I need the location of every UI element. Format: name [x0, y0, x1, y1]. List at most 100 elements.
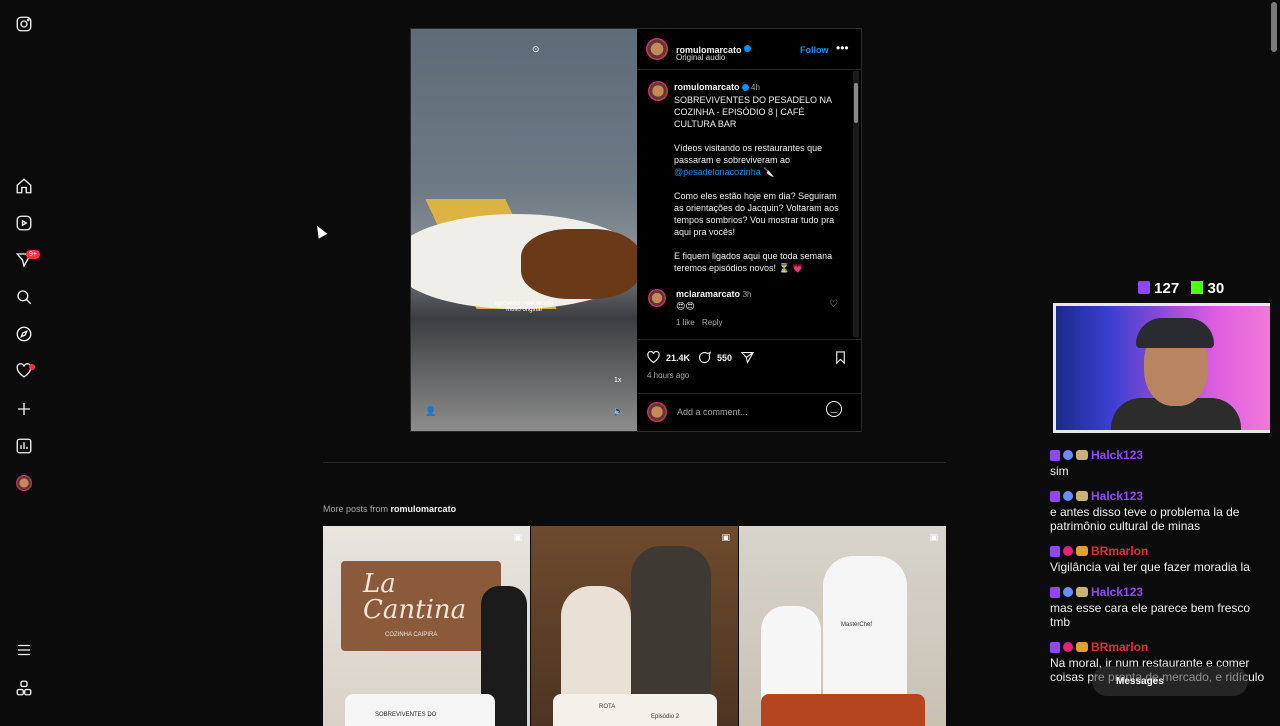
chat-text: Vigilância vai ter que fazer moradia la	[1050, 560, 1250, 574]
explore-icon[interactable]	[14, 324, 34, 344]
chat-badge-icon	[1063, 491, 1073, 501]
thumbnail-card	[761, 694, 925, 726]
caption: romulomarcato 4h SOBREVIVENTES DO PESADE…	[674, 81, 844, 274]
comment-like-icon[interactable]: ♡	[829, 299, 838, 310]
chat-username: Halck123	[1091, 585, 1144, 599]
commenter-username[interactable]: mclaramarcato	[676, 289, 740, 299]
audio-label[interactable]: Original audio	[676, 53, 725, 62]
chat-message: BRmarlon Vigilância vai ter que fazer mo…	[1050, 542, 1265, 574]
create-plus-icon[interactable]	[14, 399, 34, 419]
chat-username: BRmarlon	[1091, 544, 1149, 558]
reply-button[interactable]: Reply	[702, 318, 722, 327]
commenter-avatar[interactable]	[648, 289, 666, 307]
post-thumbnail[interactable]: MasterChef ▣	[739, 526, 946, 726]
emoji-icon[interactable]: ‿	[826, 401, 842, 417]
chat-text: mas esse cara ele parece bem fresco tmb	[1050, 601, 1251, 629]
twitch-icon	[1050, 490, 1060, 502]
thumbnail-subtitle: COZINHA CAIPIRA	[385, 632, 438, 638]
caption-avatar[interactable]	[648, 81, 668, 101]
chat-badge-icon	[1076, 450, 1088, 460]
comment-likes[interactable]: 1 like	[676, 318, 695, 327]
caption-scrollbar[interactable]	[853, 71, 859, 337]
meta-apps-icon[interactable]	[14, 678, 34, 698]
more-posts-heading: More posts from romulomarcato	[323, 504, 456, 514]
chat-badge-icon	[1063, 450, 1073, 460]
caption-paragraph-3: E fiquem ligados aqui que toda semana te…	[674, 251, 833, 273]
thumbnail-badge: MasterChef	[841, 622, 873, 628]
twitch-icon	[1050, 641, 1060, 653]
share-icon[interactable]	[740, 350, 755, 370]
home-icon[interactable]	[14, 176, 34, 196]
caption-time: 4h	[751, 83, 760, 92]
twitch-icon	[1050, 545, 1060, 557]
post-thumbnail[interactable]: ROTA Episódio 2 ▣	[531, 526, 738, 726]
chat-username: Halck123	[1091, 489, 1144, 503]
verified-icon	[743, 45, 751, 53]
kick-icon	[1191, 281, 1204, 294]
menu-icon[interactable]	[14, 640, 34, 660]
twitch-icon	[1138, 281, 1150, 294]
author-avatar[interactable]	[646, 38, 668, 60]
chat-message: Halck123 mas esse cara ele parece bem fr…	[1050, 583, 1265, 629]
add-comment-bar: Add a comment... ‿	[638, 393, 861, 432]
chat-badge-icon	[1076, 587, 1088, 597]
add-comment-input[interactable]: Add a comment...	[677, 407, 748, 417]
like-icon[interactable]	[646, 350, 661, 370]
twitch-icon	[1050, 586, 1060, 598]
more-posts-author[interactable]: romulomarcato	[391, 504, 457, 514]
thumbnail-title: La Cantina	[363, 569, 467, 625]
thumbnail-card-episode: Episódio 2	[651, 714, 680, 720]
notifications-badge: 9+	[26, 250, 40, 259]
mouse-cursor	[312, 223, 328, 239]
chat-username: Halck123	[1091, 448, 1144, 462]
chat-badge-icon	[1063, 642, 1073, 652]
comments-count[interactable]: 550	[717, 353, 732, 363]
verified-icon	[741, 84, 749, 92]
caption-paragraph-1: Vídeos visitando os restaurantes que pas…	[674, 143, 823, 165]
thumbnail-card: ROTA Episódio 2	[553, 694, 717, 726]
volume-icon[interactable]: 🔈	[613, 406, 624, 417]
instagram-logo-icon[interactable]	[14, 14, 34, 34]
post-thumbnail[interactable]: La Cantina COZINHA CAIPIRA SOBREVIVENTES…	[323, 526, 530, 726]
sidebar: 9+	[0, 0, 48, 720]
messages-label: Messages	[1116, 675, 1164, 687]
chat-badge-icon	[1063, 587, 1073, 597]
chat-badge-icon	[1076, 491, 1088, 501]
follow-button[interactable]: Follow	[800, 45, 829, 55]
search-icon[interactable]	[14, 287, 34, 307]
webcam-person-cap	[1136, 318, 1214, 348]
comment-icon[interactable]	[697, 350, 712, 370]
webcam-feed	[1053, 303, 1275, 433]
viewer-counts: 127 30	[1138, 280, 1224, 297]
current-user-avatar	[647, 402, 667, 422]
video-sound-indicator-icon: ⊙	[532, 44, 540, 54]
more-options-icon[interactable]: •••	[836, 41, 849, 55]
post-header: romulomarcato Original audio Follow •••	[638, 29, 861, 70]
reel-indicator-icon: ▣	[721, 532, 730, 542]
dashboard-icon[interactable]	[14, 436, 34, 456]
likes-count[interactable]: 21.4K	[666, 353, 690, 363]
video-subtitle: aproveitei uma receita muito original	[494, 301, 554, 313]
chat-badge-icon	[1076, 546, 1088, 556]
playback-speed[interactable]: 1x	[614, 377, 621, 384]
tagged-user-icon[interactable]: 👤	[425, 406, 436, 417]
video-player[interactable]: aproveitei uma receita muito original ⊙ …	[411, 29, 637, 431]
chat-badge-icon	[1063, 546, 1073, 556]
profile-avatar[interactable]	[14, 473, 34, 493]
chat-username: BRmarlon	[1091, 640, 1149, 654]
mention-link[interactable]: @pesadelonacozinha	[674, 167, 761, 177]
comment-text: 😍😍	[676, 301, 695, 311]
caption-username[interactable]: romulomarcato	[674, 82, 740, 92]
save-icon[interactable]	[833, 350, 848, 370]
messages-button[interactable]: Messages	[1092, 666, 1248, 696]
reels-icon[interactable]	[14, 213, 34, 233]
post-timestamp: 4 hours ago	[647, 371, 690, 380]
chat-message: Halck123 e antes disso teve o problema l…	[1050, 487, 1265, 533]
page-scrollbar[interactable]	[1270, 0, 1278, 720]
chat-badge-icon	[1076, 642, 1088, 652]
kick-viewer-count: 30	[1207, 280, 1225, 297]
twitch-icon	[1050, 449, 1060, 461]
twitch-viewer-count: 127	[1154, 280, 1180, 297]
thumbnail-card-text: ROTA	[599, 704, 616, 710]
post-details-panel: romulomarcato Original audio Follow ••• …	[638, 29, 861, 431]
